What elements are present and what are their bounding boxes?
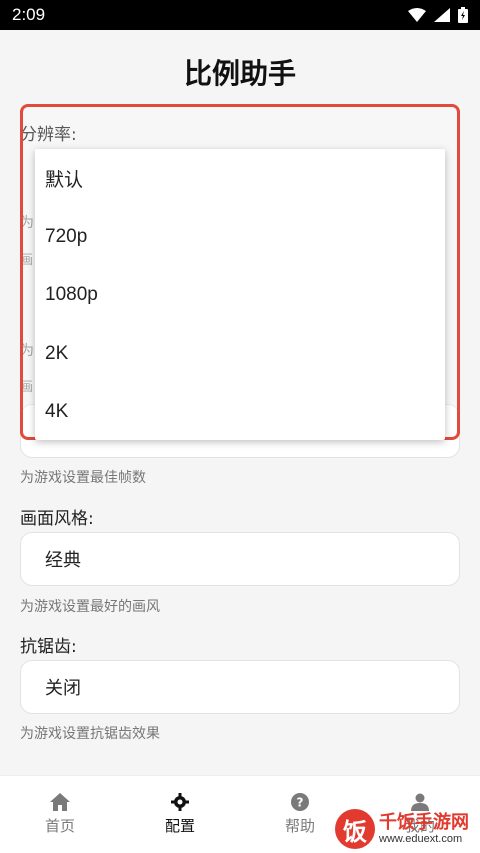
nav-home[interactable]: 首页: [0, 776, 120, 853]
dropdown-option-720p[interactable]: 720p: [35, 208, 445, 267]
resolution-dropdown-menu: 默认 720p 1080p 2K 4K: [35, 149, 445, 440]
dropdown-option-default[interactable]: 默认: [35, 149, 445, 208]
fps-hint: 为游戏设置最佳帧数: [20, 470, 146, 486]
config-page: 比例助手 分辨率: 为 画 为 画 为游戏设置最佳帧数 画面风格: 经典 为游戏…: [0, 0, 480, 775]
antialias-value: 关闭: [45, 678, 81, 699]
nav-config-label: 配置: [164, 817, 195, 835]
svg-text:?: ?: [297, 796, 304, 810]
page-title: 比例助手: [183, 57, 296, 90]
gear-icon: [171, 793, 189, 811]
watermark-logo: 饭: [335, 809, 375, 849]
watermark-url: www.eduext.com: [379, 832, 463, 845]
dropdown-option-4k[interactable]: 4K: [35, 383, 445, 440]
antialias-select[interactable]: 关闭: [20, 660, 460, 714]
style-hint: 为游戏设置最好的画风: [20, 599, 160, 615]
dropdown-option-2k[interactable]: 2K: [35, 325, 445, 384]
antialias-hint: 为游戏设置抗锯齿效果: [20, 726, 160, 742]
antialias-label: 抗锯齿:: [20, 637, 77, 657]
dropdown-option-1080p[interactable]: 1080p: [35, 266, 445, 325]
nav-home-label: 首页: [44, 817, 75, 835]
nav-help-label: 帮助: [284, 817, 315, 835]
nav-config[interactable]: 配置: [120, 776, 240, 853]
watermark: 饭 千饭手游网 www.eduext.com: [335, 806, 477, 852]
home-icon: [50, 793, 70, 811]
help-icon: ?: [291, 793, 309, 811]
style-select[interactable]: 经典: [20, 532, 460, 586]
watermark-title: 千饭手游网: [379, 812, 469, 834]
watermark-text: 千饭手游网 www.eduext.com: [379, 813, 469, 845]
style-value: 经典: [45, 550, 81, 571]
style-label: 画面风格:: [20, 509, 94, 529]
